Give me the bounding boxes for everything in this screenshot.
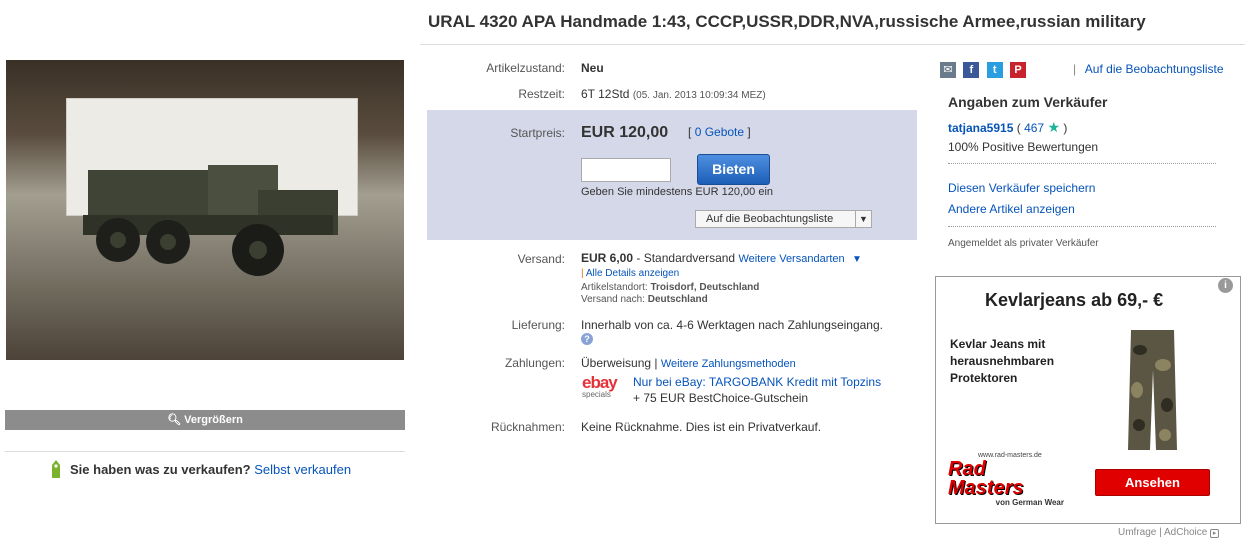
condition-label: Artikelzustand: <box>486 61 565 75</box>
ebay-specials-label: specials <box>582 390 611 399</box>
ad-footer-separator: | <box>1159 527 1162 538</box>
adchoice-icon[interactable]: ▸ <box>1210 529 1220 538</box>
adchoice-link[interactable]: AdChoice <box>1164 527 1207 538</box>
start-price-label: Startpreis: <box>510 126 565 140</box>
score-close: ) <box>1063 121 1068 135</box>
seller-name-link[interactable]: tatjana5915 <box>948 121 1013 135</box>
promo-bonus-text: + 75 EUR BestChoice-Gutschein <box>633 391 809 405</box>
condition-value: Neu <box>581 61 604 75</box>
payment-method: Überweisung | <box>581 356 658 370</box>
other-items-link[interactable]: Andere Artikel anzeigen <box>948 202 1075 216</box>
zoom-label: Vergrößern <box>184 414 243 426</box>
add-to-watchlist-button[interactable]: Auf die Beobachtungsliste ▼ <box>695 210 872 228</box>
private-seller-note: Angemeldet als privater Verkäufer <box>948 238 1099 249</box>
truck-model-image <box>83 165 338 276</box>
time-left-value: 6T 12Std <box>581 87 630 101</box>
twitter-icon[interactable]: t <box>986 62 1003 78</box>
watchlist-row: | Auf die Beobachtungsliste <box>1073 62 1224 76</box>
save-seller-link[interactable]: Diesen Verkäufer speichern <box>948 181 1095 195</box>
payment-label: Zahlungen: <box>504 356 565 370</box>
sell-prompt-row: Sie haben was zu verkaufen? Selbst verka… <box>70 462 351 477</box>
targobank-promo-link[interactable]: Nur bei eBay: TARGOBANK Kredit mit Topzi… <box>633 375 881 389</box>
payment-row: Überweisung | Weitere Zahlungsmethoden <box>581 356 796 370</box>
brand-url: www.rad-masters.de <box>978 452 1042 459</box>
price-tag-icon <box>52 460 60 478</box>
star-icon: ★ <box>1047 119 1060 135</box>
brand-sub: von German Wear <box>995 498 1064 507</box>
start-price: EUR 120,00 <box>581 124 669 141</box>
more-payment-link[interactable]: Weitere Zahlungsmethoden <box>661 358 796 370</box>
time-left-label: Restzeit: <box>518 87 565 101</box>
bid-amount-input[interactable] <box>581 158 671 182</box>
share-icons: ✉ f t P <box>940 62 1030 78</box>
positive-feedback: 100% Positive Bewertungen <box>948 140 1099 154</box>
details-separator: | <box>581 268 584 279</box>
item-location-label: Artikelstandort: <box>581 282 648 293</box>
ad-info-icon[interactable]: i <box>1218 278 1233 293</box>
item-title: URAL 4320 APA Handmade 1:43, CCCP,USSR,D… <box>428 12 1146 31</box>
shipping-method: - Standardversand <box>636 251 736 265</box>
watchlist-link[interactable]: Auf die Beobachtungsliste <box>1085 62 1224 76</box>
item-photo[interactable] <box>6 60 404 360</box>
ad-footer: Umfrage | AdChoice ▸ <box>1118 527 1220 538</box>
zoom-button[interactable]: 🔍︎ Vergrößern <box>5 410 405 430</box>
shipping-label: Versand: <box>517 252 565 266</box>
ad-title: Kevlarjeans ab 69,- € <box>985 290 1164 310</box>
sell-divider <box>5 451 405 452</box>
watch-button-label: Auf die Beobachtungsliste <box>706 213 834 225</box>
item-location: Troisdorf, Deutschland <box>650 282 760 293</box>
help-icon[interactable]: ? <box>581 333 593 345</box>
returns-value: Keine Rücknahme. Dies ist ein Privatverk… <box>581 420 822 434</box>
chevron-down-icon[interactable]: ▼ <box>852 254 862 265</box>
bid-button[interactable]: Bieten <box>697 154 770 185</box>
ad-survey-link[interactable]: Umfrage <box>1118 527 1156 538</box>
seller-identity: tatjana5915 ( 467 ★ ) <box>948 119 1067 136</box>
camo-jeans-image <box>1128 330 1177 450</box>
bid-count-close: ] <box>747 125 751 139</box>
end-time: (05. Jan. 2013 10:09:34 MEZ) <box>632 90 766 101</box>
shipping-row: EUR 6,00 - Standardversand Weitere Versa… <box>581 251 862 265</box>
more-shipping-link[interactable]: Weitere Versandarten <box>738 253 844 265</box>
time-left-row: 6T 12Std (05. Jan. 2013 10:09:34 MEZ) <box>581 87 766 101</box>
delivery-label: Lieferung: <box>511 318 565 332</box>
score-open: ( <box>1016 121 1021 135</box>
seller-divider <box>948 163 1216 164</box>
all-details-link[interactable]: Alle Details anzeigen <box>586 268 679 279</box>
shipping-price: EUR 6,00 <box>581 251 634 265</box>
bid-count-link[interactable]: 0 Gebote <box>695 125 744 139</box>
magnifier-icon: 🔍︎ <box>167 414 182 426</box>
ships-to: Deutschland <box>647 294 708 305</box>
pinterest-icon[interactable]: P <box>1010 62 1027 78</box>
email-icon[interactable]: ✉ <box>940 62 956 78</box>
seller-heading: Angaben zum Verkäufer <box>948 94 1108 110</box>
delivery-value: Innerhalb von ca. 4-6 Werktagen nach Zah… <box>581 318 883 332</box>
bid-count-open: [ <box>688 125 692 139</box>
watchlist-separator: | <box>1073 62 1077 76</box>
returns-label: Rücknahmen: <box>490 420 565 434</box>
item-location-row: Artikelstandort: Troisdorf, Deutschland <box>581 282 759 293</box>
ships-to-label: Versand nach: <box>581 294 645 305</box>
ebay-specials-logo: ebay specials <box>582 374 630 402</box>
bid-count: [ 0 Gebote ] <box>688 125 751 139</box>
feedback-score-link[interactable]: 467 <box>1024 121 1044 135</box>
ad-text: Kevlar Jeans mit herausnehmbaren Protekt… <box>950 337 1055 385</box>
sell-yourself-link[interactable]: Selbst verkaufen <box>254 462 351 477</box>
seller-divider-2 <box>948 226 1216 227</box>
sell-prompt: Sie haben was zu verkaufen? <box>70 462 251 477</box>
ad-view-button[interactable]: Ansehen <box>1095 469 1210 496</box>
rad-masters-logo: Rad Masters von German Wear <box>948 459 1070 512</box>
bid-hint: Geben Sie mindestens EUR 120,00 ein <box>581 186 774 198</box>
title-divider <box>420 44 1245 45</box>
ships-to-row: Versand nach: Deutschland <box>581 294 708 305</box>
facebook-icon[interactable]: f <box>963 62 980 78</box>
chevron-down-icon[interactable]: ▼ <box>855 211 871 227</box>
ebay-logo-text: ebay <box>582 374 630 391</box>
brand-word-bottom: Masters <box>948 477 1024 499</box>
shipping-details-row: | Alle Details anzeigen <box>581 268 679 279</box>
